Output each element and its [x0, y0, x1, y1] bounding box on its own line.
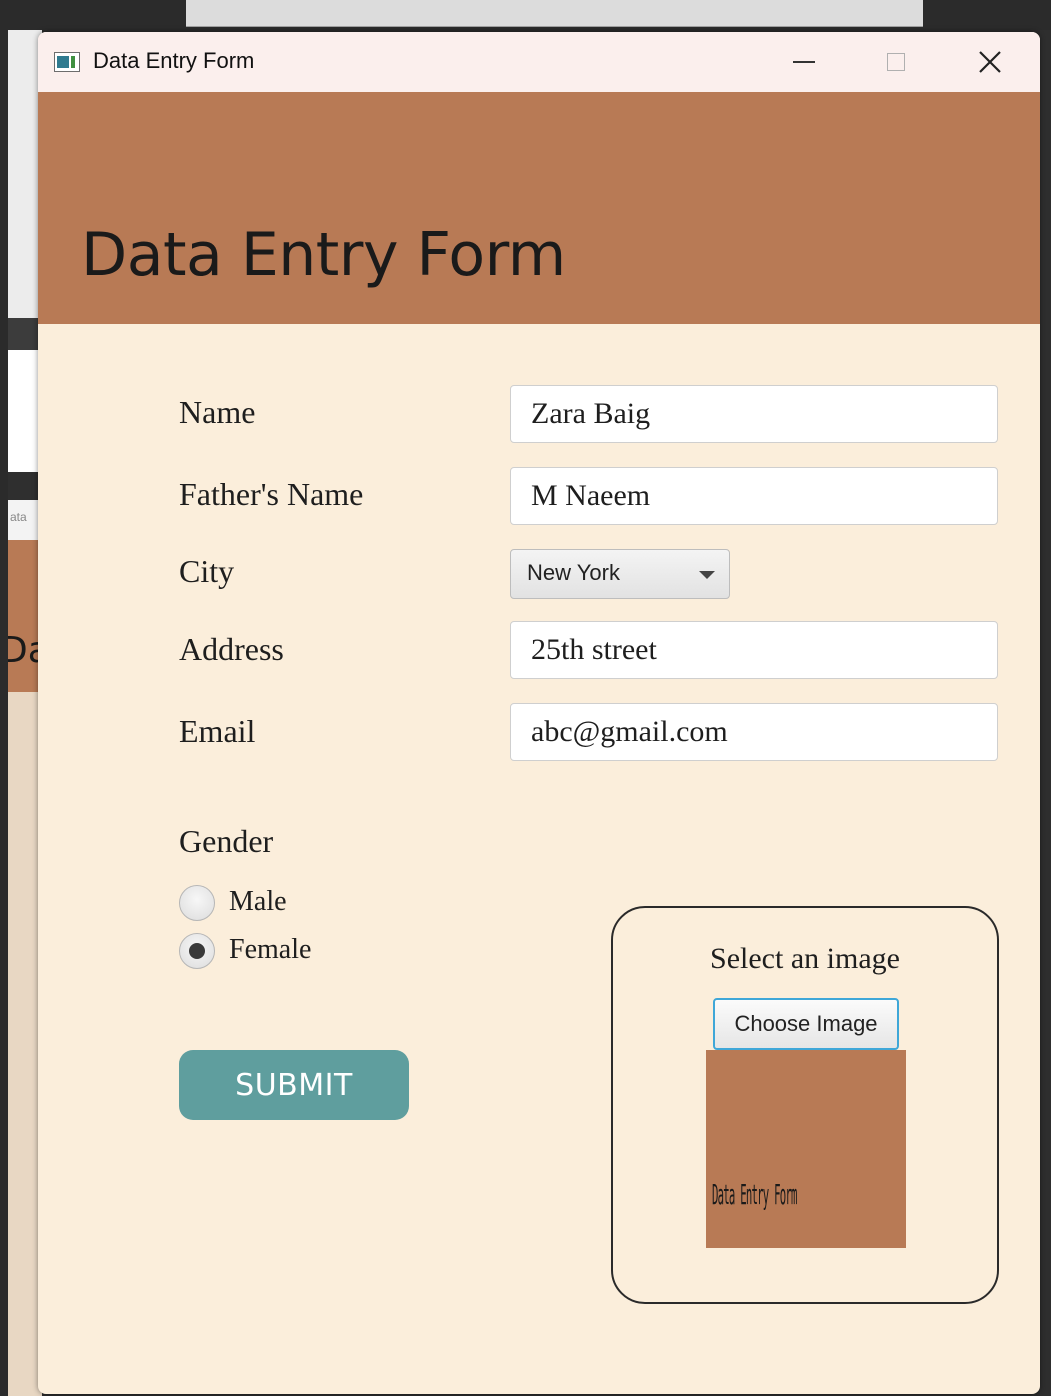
page-title: Data Entry Form [81, 220, 566, 290]
address-label: Address [179, 631, 284, 667]
background-window-edge [186, 0, 923, 27]
maximize-icon [887, 53, 905, 71]
male-radio-label[interactable]: Male [229, 886, 287, 918]
male-radio[interactable] [179, 885, 215, 921]
form-header: Data Entry Form [38, 92, 1040, 324]
window-title: Data Entry Form [93, 48, 255, 73]
title-bar[interactable]: Data Entry Form [38, 32, 1040, 92]
background-heading-fragment: Da [8, 630, 42, 671]
choose-image-button[interactable]: Choose Image [713, 998, 899, 1050]
app-icon [54, 52, 80, 72]
background-preview-body [8, 692, 42, 1396]
gender-label: Gender [179, 823, 274, 859]
city-label: City [179, 553, 235, 589]
fathers-name-field[interactable] [510, 467, 998, 525]
close-button[interactable] [944, 32, 1036, 92]
background-tab-label: ata [10, 510, 27, 524]
chevron-down-icon [699, 571, 715, 579]
background-panel [8, 472, 42, 500]
address-field[interactable] [510, 621, 998, 679]
image-select-panel: Select an image Choose Image Data Entry … [611, 906, 999, 1304]
image-preview: Data Entry Form [706, 1050, 906, 1248]
submit-button[interactable]: SUBMIT [179, 1050, 409, 1120]
close-icon [979, 51, 1001, 73]
data-entry-window: Data Entry Form Data Entry Form Name Fat… [38, 32, 1040, 1394]
background-panel [8, 350, 42, 472]
minimize-icon [793, 61, 815, 63]
maximize-button[interactable] [850, 32, 942, 92]
background-panel [1040, 30, 1051, 1396]
email-field[interactable] [510, 703, 998, 761]
fathers-name-label: Father's Name [179, 476, 364, 512]
background-tab: ata [8, 500, 42, 540]
image-preview-text: Data Entry Form [712, 1178, 797, 1211]
image-panel-title: Select an image [710, 942, 900, 975]
email-label: Email [179, 713, 256, 749]
background-preview-window: Da [8, 540, 42, 692]
name-field[interactable] [510, 385, 998, 443]
female-radio[interactable] [179, 933, 215, 969]
city-selected-value: New York [527, 560, 620, 585]
background-panel [8, 318, 42, 350]
name-label: Name [179, 394, 256, 430]
minimize-button[interactable] [758, 32, 850, 92]
female-radio-label[interactable]: Female [229, 934, 311, 966]
city-select[interactable]: New York [510, 549, 730, 599]
